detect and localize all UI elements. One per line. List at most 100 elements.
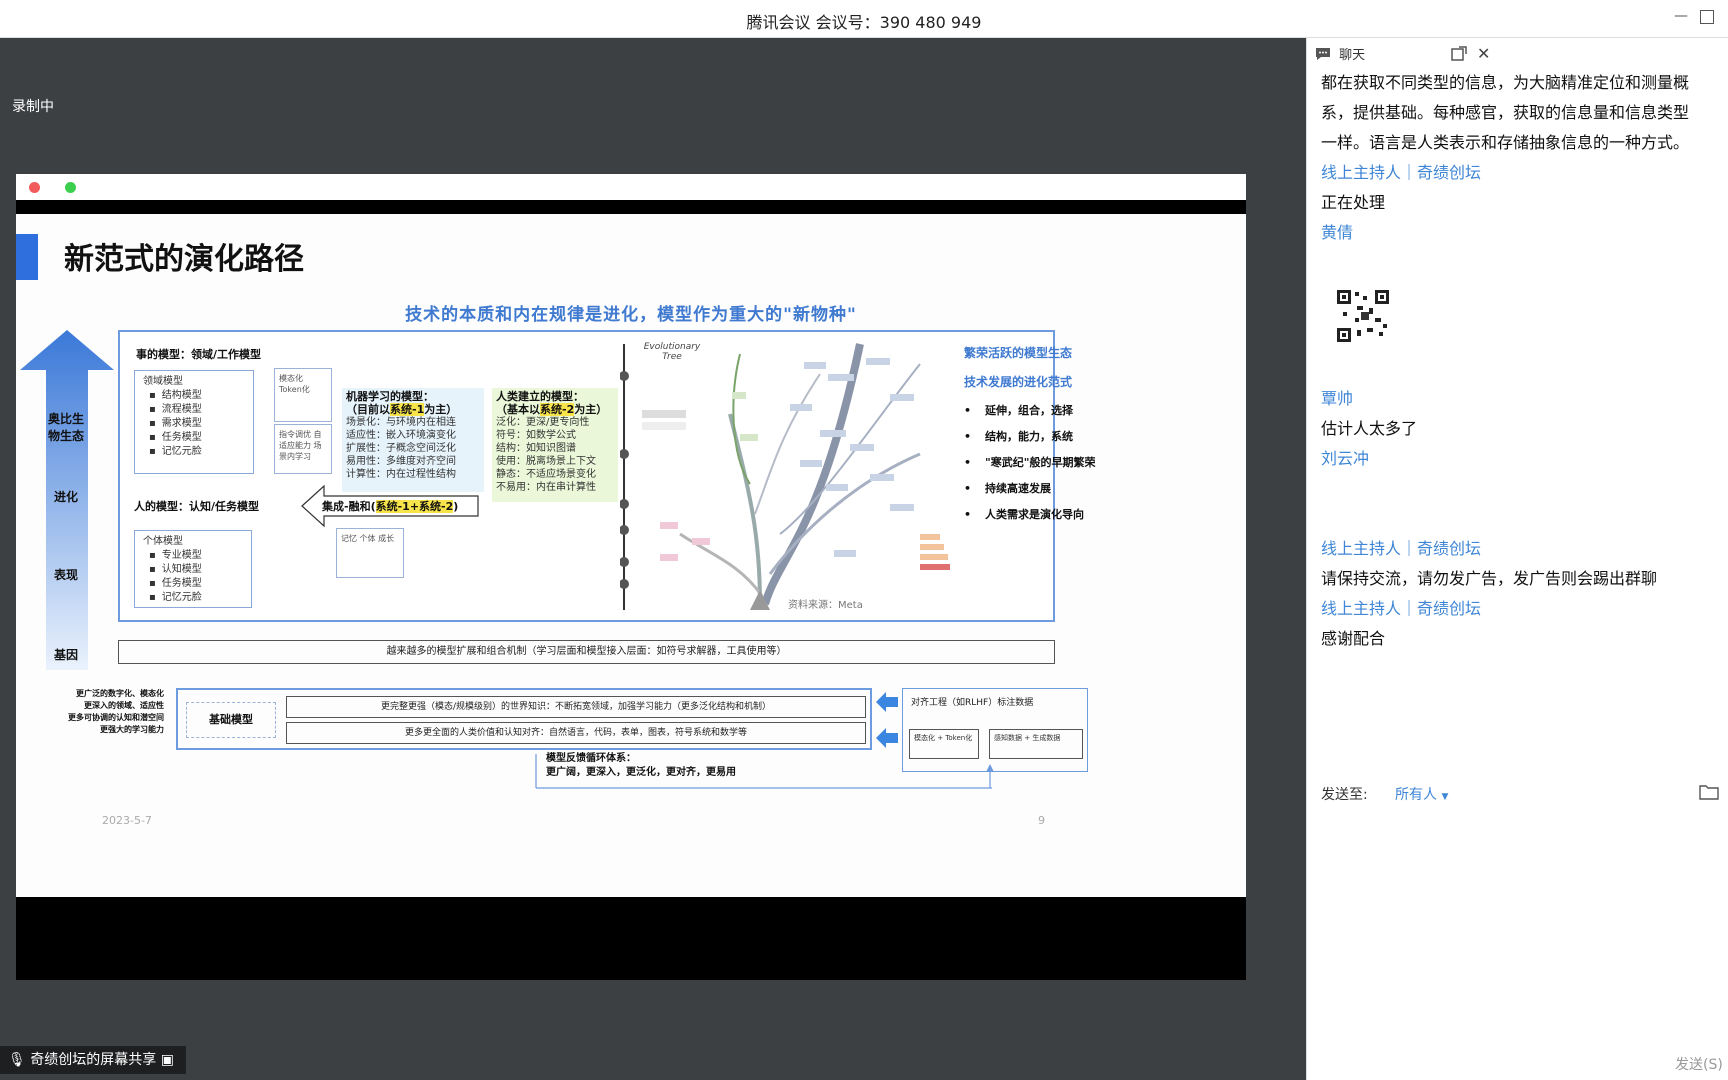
ecosystem-heading: 繁荣活跃的模型生态 (964, 346, 1073, 360)
feedback-line-2: 更广阔，更深入，更泛化，更对齐，更易用 (546, 767, 736, 778)
chat-spacer (1321, 344, 1728, 384)
chat-panel: 聊天 ✕ 都在获取不同类型的信息，为大脑精准定位和测量概 系，提供基础。每种感官… (1306, 38, 1728, 1080)
token-box: 模态化 Token化 (274, 368, 332, 422)
ml-model-subhead: （目前以系统-1为主） (346, 403, 458, 416)
human-model-line: 泛化：更深/更专向性 (496, 417, 590, 428)
domain-model-item: 结构模型 (149, 389, 245, 403)
popout-icon[interactable] (1451, 46, 1467, 66)
microphone-icon: 🎙 (8, 1052, 26, 1068)
screen-share-indicator[interactable]: 🎙 奇绩创坛的屏幕共享 ▣ (0, 1046, 186, 1074)
foundation-note: 更多可协调的认知和潜空间 (68, 713, 164, 722)
ml-model-box: 机器学习的模型： （目前以系统-1为主） 场景化：与环境内在相连 适应性：嵌入环… (342, 388, 484, 492)
chat-message-text: 正在处理 (1321, 193, 1386, 212)
side-label-ecology: 奥比生物生态 (47, 412, 84, 443)
person-model-box: 个体模型 专业模型 认知模型 任务模型 记忆元脸 (134, 530, 252, 608)
merge-label: 集成-融和(系统-1+系统-2) (322, 500, 459, 513)
model-diagram-box: 事的模型：领域/工作模型 领域模型 结构模型 流程模型 需求模型 任务模型 记忆… (118, 330, 1055, 622)
chat-sender-name[interactable]: 线上主持人｜奇绩创坛 (1321, 594, 1728, 624)
person-model-item: 专业模型 (149, 549, 243, 563)
restore-button[interactable] (1700, 10, 1714, 24)
slide-page-number: 9 (1038, 814, 1045, 827)
person-model-title: 个体模型 (143, 536, 183, 547)
extension-mechanism-bar: 越来越多的模型扩展和组合机制（学习层面和模型接入层面：如符号求解器，工具使用等） (118, 640, 1055, 664)
shared-screen-window: 新范式的演化路径 技术的本质和内在规律是进化，模型作为重大的"新物种" 奥比生物… (16, 174, 1246, 980)
domain-model-box: 领域模型 结构模型 流程模型 需求模型 任务模型 记忆元脸 (134, 370, 254, 474)
domain-model-title: 领域模型 (143, 376, 183, 387)
meeting-stage: 录制中 新范式的演化路径 技术的本质和内在规律是进化，模型作为重大的"新物种" … (0, 38, 1306, 1080)
alignment-title: 对齐工程（如RLHF）标注数据 (911, 698, 1034, 708)
ecosystem-item: 持续高速发展 (964, 480, 1134, 496)
side-label-expression: 表现 (53, 568, 78, 582)
chat-header: 聊天 ✕ (1315, 44, 1723, 68)
ecosystem-item: 结构，能力，系统 (964, 428, 1134, 444)
ml-model-line: 扩展性：子概念空间泛化 (346, 443, 456, 454)
domain-model-item: 记忆元脸 (149, 445, 245, 459)
minimize-button[interactable]: — (1672, 8, 1690, 26)
task-model-label: 事的模型：领域/工作模型 (136, 348, 262, 361)
chat-sender-name[interactable]: 覃帅 (1321, 384, 1728, 414)
domain-model-item: 任务模型 (149, 431, 245, 445)
domain-model-item: 需求模型 (149, 417, 245, 431)
share-user-icon: ▣ (160, 1052, 174, 1068)
feedback-loop-text: 模型反馈循环体系： 更广阔，更深入，更泛化，更对齐，更易用 (546, 752, 736, 780)
chat-message-list: 都在获取不同类型的信息，为大脑精准定位和测量概 系，提供基础。每种感官，获取的信… (1321, 68, 1728, 654)
slide-date: 2023-5-7 (102, 814, 152, 827)
maximize-dot-icon (65, 182, 76, 193)
human-model-subhead: （基本以系统-2为主） (496, 403, 608, 416)
presentation-slide: 新范式的演化路径 技术的本质和内在规律是进化，模型作为重大的"新物种" 奥比生物… (16, 214, 1246, 897)
slide-subtitle: 技术的本质和内在规律是进化，模型作为重大的"新物种" (405, 305, 857, 325)
feedback-line-1: 模型反馈循环体系： (546, 753, 636, 764)
chat-message-text: 系，提供基础。每种感官，获取的信息量和信息类型 (1321, 103, 1690, 122)
human-model-line: 符号：如数学公式 (496, 430, 576, 441)
chat-message-text: 请保持交流，请勿发广告，发广告则会踢出群聊 (1321, 569, 1658, 588)
person-model-item: 任务模型 (149, 577, 243, 591)
ml-model-head: 机器学习的模型： (346, 390, 434, 403)
person-model-item: 记忆元脸 (149, 591, 243, 605)
chat-message-text: 一样。语言是人类表示和存储抽象信息的一种方式。 (1321, 133, 1690, 152)
ecosystem-item: 延伸，组合，选择 (964, 402, 1134, 418)
foundation-note: 更广泛的数字化、模态化 (76, 689, 164, 698)
chat-message-text: 感谢配合 (1321, 629, 1386, 648)
close-icon[interactable]: ✕ (1477, 44, 1490, 63)
tree-source: 资料来源：Meta (788, 600, 863, 611)
chat-sender-name[interactable]: 刘云冲 (1321, 444, 1728, 474)
instruct-box: 指令调优 自适应能力 场景内学习 (274, 424, 332, 474)
side-label-gene: 基因 (53, 648, 78, 662)
foundation-note: 更强大的学习能力 (100, 725, 164, 734)
qr-code-image[interactable] (1335, 288, 1391, 344)
chat-title: 聊天 (1339, 48, 1366, 63)
ecosystem-item: "寒武纪"般的早期繁荣 (964, 454, 1134, 470)
foundation-row-knowledge: 更完整更强（模态/规模级别）的世界知识：不断拓宽领域，加强学习能力（更多泛化结构… (286, 696, 866, 718)
human-model-head: 人类建立的模型： (496, 390, 584, 403)
share-label-text: 奇绩创坛的屏幕共享 (30, 1052, 157, 1068)
chat-bubble-icon (1315, 47, 1331, 65)
domain-model-item: 流程模型 (149, 403, 245, 417)
chat-message-text: 都在获取不同类型的信息，为大脑精准定位和测量概 (1321, 73, 1690, 92)
chat-sender-name[interactable]: 线上主持人｜奇绩创坛 (1321, 534, 1728, 564)
ml-model-line: 适应性：嵌入环境演变化 (346, 430, 456, 441)
side-label-evolution: 进化 (53, 490, 78, 504)
chevron-down-icon: ▼ (1441, 792, 1449, 802)
send-to-label: 发送至: (1321, 787, 1368, 803)
person-model-label: 人的模型：认知/任务模型 (134, 500, 260, 513)
send-to-select[interactable]: 所有人 ▼ (1395, 784, 1448, 804)
chat-message-text: 估计人太多了 (1321, 419, 1418, 438)
folder-icon[interactable] (1699, 782, 1719, 804)
title-accent-bar (16, 234, 38, 280)
recording-indicator: 录制中 (12, 99, 54, 115)
foundation-model-label: 基础模型 (186, 702, 276, 738)
send-to-value: 所有人 (1395, 787, 1437, 803)
slide-title: 新范式的演化路径 (64, 242, 304, 277)
person-model-item: 认知模型 (149, 563, 243, 577)
foundation-row-alignment: 更多更全面的人类价值和认知对齐：自然语言，代码，表单，图表，符号系统和数学等 (286, 722, 866, 744)
chat-sender-name[interactable]: 线上主持人｜奇绩创坛 (1321, 158, 1728, 188)
shared-window-chrome (16, 174, 1246, 200)
foundation-note: 更深入的领域、适应性 (84, 701, 164, 710)
window-titlebar: 腾讯会议 会议号：390 480 949 — (0, 0, 1728, 38)
chat-sender-name[interactable]: 黄倩 (1321, 218, 1728, 248)
chat-spacer (1321, 474, 1728, 534)
ecosystem-item: 人类需求是演化导向 (964, 506, 1134, 522)
ml-model-line: 易用性：多维度对齐空间 (346, 456, 456, 467)
human-model-box: 人类建立的模型： （基本以系统-2为主） 泛化：更深/更专向性 符号：如数学公式… (492, 388, 618, 502)
send-button[interactable]: 发送(S) (1675, 1054, 1723, 1074)
